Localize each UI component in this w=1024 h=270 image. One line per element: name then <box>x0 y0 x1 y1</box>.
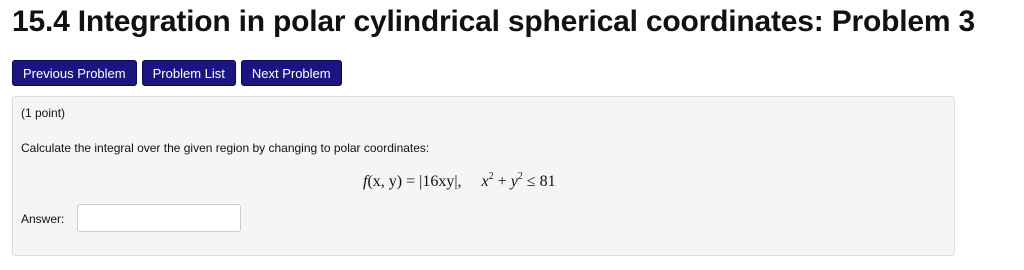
formula-plus: + <box>497 173 507 190</box>
formula-expression: |16xy|, <box>419 173 462 190</box>
formula-bound: 81 <box>539 173 556 190</box>
formula-args: (x, y) <box>367 173 403 190</box>
problem-formula: f(x, y) = |16xy|, x2 + y2 ≤ 81 <box>363 171 556 191</box>
points-label: (1 point) <box>21 106 66 120</box>
next-problem-button[interactable]: Next Problem <box>240 60 342 86</box>
formula-exponent-x: 2 <box>488 171 494 182</box>
page-title: 15.4 Integration in polar cylindrical sp… <box>12 5 975 38</box>
problem-panel: (1 point) Calculate the integral over th… <box>12 96 955 256</box>
formula-leq: ≤ <box>526 173 536 190</box>
problem-list-button[interactable]: Problem List <box>141 60 236 86</box>
formula-region-x: x <box>481 173 489 190</box>
problem-navigation: Previous Problem Problem List Next Probl… <box>12 60 342 86</box>
answer-input[interactable] <box>77 204 241 232</box>
formula-equals: = <box>406 173 416 190</box>
answer-label: Answer: <box>21 212 65 226</box>
problem-prompt: Calculate the integral over the given re… <box>21 141 430 155</box>
previous-problem-button[interactable]: Previous Problem <box>12 60 137 86</box>
formula-region-y: y <box>510 173 518 190</box>
formula-exponent-y: 2 <box>517 171 523 182</box>
